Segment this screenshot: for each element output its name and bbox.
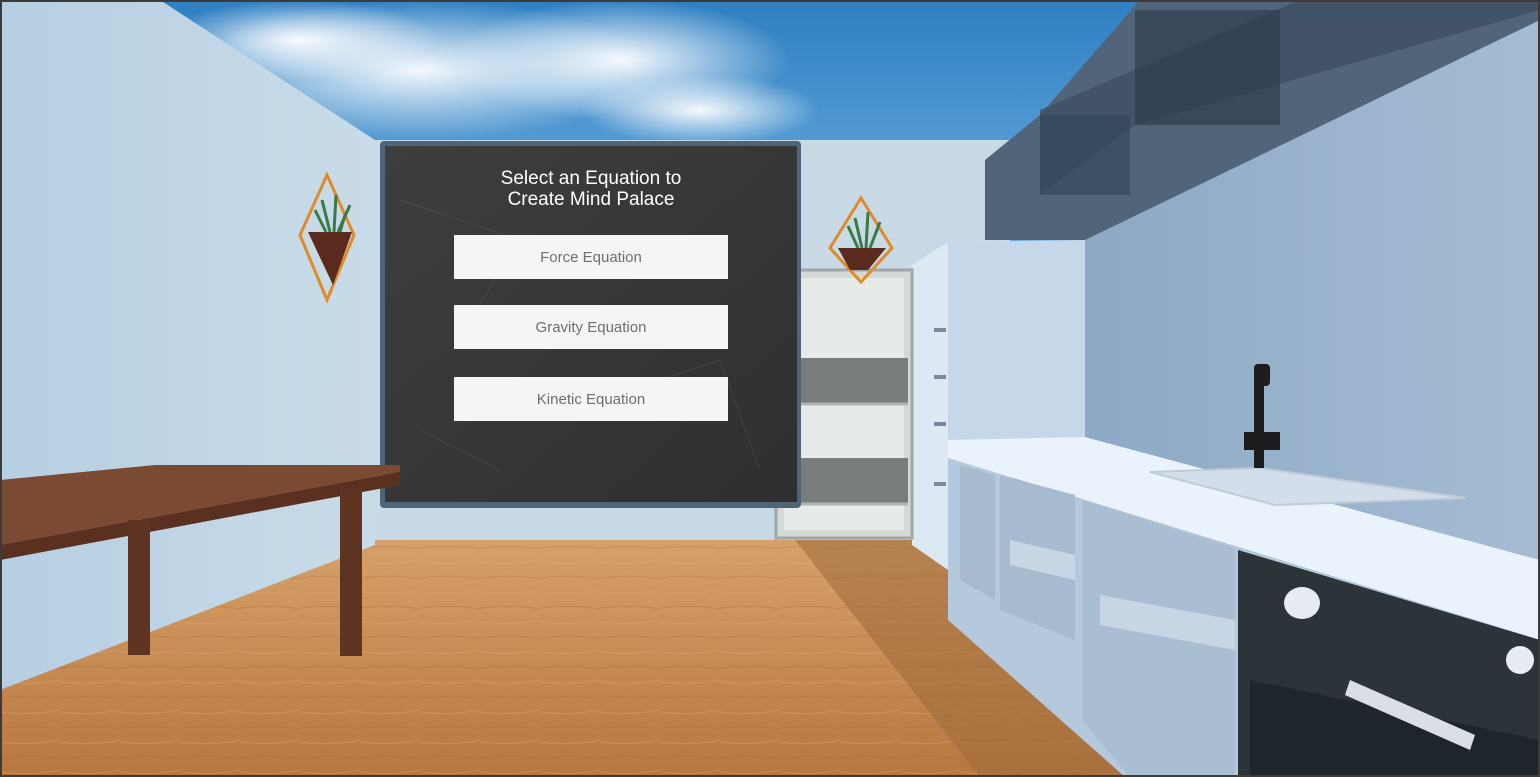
equation-menu: Select an Equation to Create Mind Palace… — [385, 146, 797, 502]
gravity-equation-button[interactable]: Gravity Equation — [454, 305, 728, 349]
menu-title: Select an Equation to Create Mind Palace — [500, 168, 682, 210]
kinetic-equation-button[interactable]: Kinetic Equation — [454, 377, 728, 421]
force-equation-button[interactable]: Force Equation — [454, 235, 728, 279]
tall-cabinet — [948, 240, 1085, 440]
